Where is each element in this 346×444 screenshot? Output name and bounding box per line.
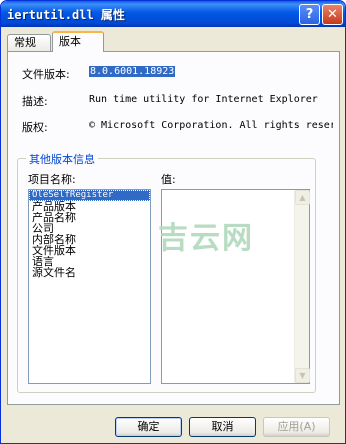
list-item[interactable]: 语言 bbox=[29, 256, 150, 267]
file-version-label: 文件版本: bbox=[22, 68, 70, 81]
file-version-value[interactable]: 8.0.6001.18923 bbox=[89, 66, 176, 77]
tab-general[interactable]: 常规 bbox=[7, 34, 51, 51]
apply-button[interactable]: 应用(A) bbox=[263, 417, 330, 437]
tab-version[interactable]: 版本 bbox=[52, 31, 104, 52]
title-bar[interactable]: iertutil.dll 属性 ? ✕ bbox=[1, 1, 345, 27]
help-button[interactable]: ? bbox=[299, 4, 320, 25]
value-label: 值: bbox=[161, 173, 176, 186]
cancel-button[interactable]: 取消 bbox=[189, 417, 256, 437]
vertical-scrollbar[interactable]: ▲ ▼ bbox=[294, 190, 310, 383]
item-name-list[interactable]: OleSelfRegister 产品版本 产品名称 公司 内部名称 文件版本 语… bbox=[28, 189, 151, 384]
list-item[interactable]: 产品版本 bbox=[29, 201, 150, 212]
description-value: Run time utility for Internet Explorer bbox=[89, 94, 318, 105]
list-item[interactable]: OleSelfRegister bbox=[29, 190, 150, 201]
list-item[interactable]: 源文件名 bbox=[29, 267, 150, 278]
copyright-value: © Microsoft Corporation. All rights rese… bbox=[89, 120, 333, 131]
ok-button[interactable]: 确定 bbox=[115, 417, 182, 437]
properties-window: iertutil.dll 属性 ? ✕ 常规 版本 文件版本: 8.0.6001… bbox=[0, 0, 346, 444]
list-item[interactable]: 内部名称 bbox=[29, 234, 150, 245]
scroll-down-icon[interactable]: ▼ bbox=[295, 368, 310, 383]
item-name-label: 项目名称: bbox=[28, 173, 76, 186]
watermark-logo: 吉云网 bbox=[158, 221, 254, 256]
list-item[interactable]: 文件版本 bbox=[29, 245, 150, 256]
group-title: 其他版本信息 bbox=[26, 151, 98, 167]
list-item[interactable]: 产品名称 bbox=[29, 212, 150, 223]
description-label: 描述: bbox=[22, 95, 48, 108]
scroll-up-icon[interactable]: ▲ bbox=[295, 190, 310, 205]
list-item[interactable]: 公司 bbox=[29, 223, 150, 234]
copyright-label: 版权: bbox=[22, 121, 48, 134]
window-title: iertutil.dll 属性 bbox=[7, 8, 125, 22]
close-button[interactable]: ✕ bbox=[322, 4, 343, 25]
other-version-info-group: 其他版本信息 项目名称: 值: OleSelfRegister 产品版本 产品名… bbox=[17, 151, 316, 393]
